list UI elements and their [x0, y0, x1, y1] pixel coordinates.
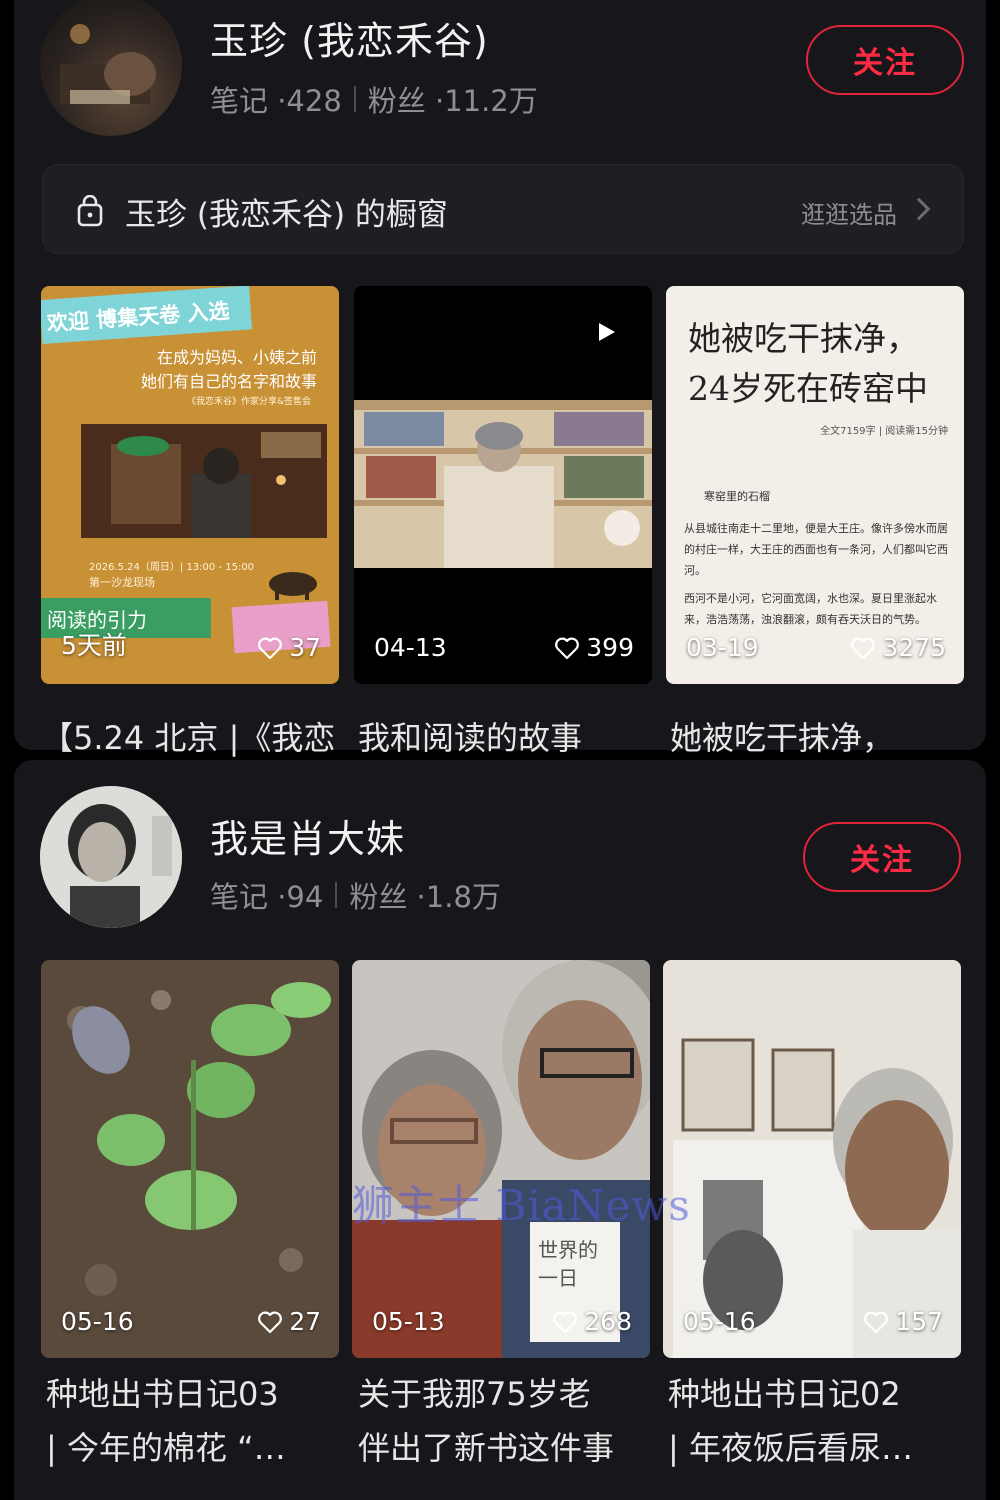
heart-icon — [851, 637, 876, 659]
seedling-photo — [41, 960, 339, 1358]
post-date: 05-16 — [683, 1307, 756, 1336]
creator-name[interactable]: 我是肖大妹 — [210, 808, 405, 863]
likes-count: 3275 — [882, 633, 946, 662]
heart-icon — [258, 637, 283, 659]
article-title-line-2: 24岁死在砖窑中 — [688, 369, 928, 408]
post-likes[interactable]: 157 — [863, 1307, 943, 1336]
stats-divider — [353, 86, 356, 112]
chevron-right-icon — [907, 197, 931, 221]
book-cover-text: 世界的一日 — [538, 1238, 598, 1290]
post-likes[interactable]: 3275 — [850, 633, 946, 662]
likes-count: 37 — [289, 633, 321, 662]
watermark: 狮主士 BiaNews — [352, 1181, 691, 1230]
post-thumbnail[interactable]: 世界的一日 05-13 268 — [352, 960, 650, 1358]
heart-icon — [258, 1311, 283, 1333]
creator-card-yuzhen: 玉珍 (我恋禾谷) 笔记 ·428 粉丝 ·11.2万 关注 玉珍 (我恋禾谷)… — [14, 0, 986, 757]
post-thumbnail[interactable]: 她被吃干抹净， 24岁死在砖窑中 全文7159字 | 阅读需15分钟 寒窑里的石… — [666, 286, 964, 684]
notes-count: 笔记 ·94 — [210, 880, 324, 914]
creator-card-xiaodamei: 我是肖大妹 笔记 ·94 粉丝 ·1.8万 关注 05-16 27 种地出书日记… — [14, 760, 986, 1500]
likes-count: 268 — [584, 1307, 632, 1336]
browse-products-link[interactable]: 逛逛选品 — [801, 195, 897, 230]
post-thumbnail[interactable]: 05-16 27 — [41, 960, 339, 1358]
poster-banner: 欢迎 博集天卷 入选 — [41, 286, 253, 344]
poster-venue: 第一沙龙现场 — [89, 576, 155, 589]
avatar[interactable] — [40, 0, 182, 136]
article-title-line-1: 她被吃干抹净， — [688, 319, 919, 358]
creator-stats: 笔记 ·428 粉丝 ·11.2万 — [210, 78, 538, 120]
post-caption-line-2[interactable]: | 年夜饭后看尿… — [668, 1420, 968, 1476]
post-thumbnail[interactable]: 04-13 399 — [354, 286, 652, 684]
couple-selfie-photo — [352, 960, 650, 1358]
poster-line-2: 她们有自己的名字和故事 — [140, 372, 317, 391]
post-caption-line-1[interactable]: 关于我那75岁老 — [358, 1366, 658, 1422]
heart-icon — [555, 637, 580, 659]
poster-line-1: 在成为妈妈、小姨之前 — [156, 348, 317, 367]
post-caption-line-2[interactable]: | 今年的棉花 “… — [46, 1420, 346, 1476]
stats-divider — [335, 882, 338, 908]
post-caption[interactable]: 我和阅读的故事 — [358, 710, 658, 766]
shop-window-title: 玉珍 (我恋禾谷) 的橱窗 — [125, 197, 448, 233]
post-likes[interactable]: 37 — [257, 633, 321, 662]
heart-icon — [553, 1311, 578, 1333]
follow-button[interactable]: 关注 — [803, 822, 961, 892]
poster-date: 2026.5.24（周日）| 13:00 - 15:00 — [89, 562, 255, 573]
notes-count: 笔记 ·428 — [210, 84, 342, 118]
article-section: 寒窑里的石榴 — [704, 490, 770, 503]
post-likes[interactable]: 268 — [552, 1307, 632, 1336]
post-likes[interactable]: 399 — [554, 633, 634, 662]
post-caption[interactable]: 她被吃干抹净， — [670, 710, 970, 766]
article-image: 她被吃干抹净， 24岁死在砖窑中 全文7159字 | 阅读需15分钟 寒窑里的石… — [666, 286, 964, 684]
video-frame — [354, 286, 652, 684]
post-date: 05-16 — [61, 1307, 134, 1336]
shopping-bag-icon — [77, 195, 103, 227]
creator-name[interactable]: 玉珍 (我恋禾谷) — [210, 10, 489, 65]
fans-count: 粉丝 ·11.2万 — [367, 84, 538, 118]
avatar[interactable] — [40, 786, 182, 928]
likes-count: 157 — [895, 1307, 943, 1336]
post-date: 5天前 — [61, 631, 127, 660]
article-meta: 全文7159字 | 阅读需15分钟 — [820, 426, 948, 437]
article-paragraph-2: 西河不是小河，它河面宽阔，水也深。夏日里涨起水来，浩浩荡荡，浊浪翻滚，颇有吞天沃… — [684, 592, 937, 626]
poster-photo — [81, 424, 327, 538]
article-paragraph-1: 从县城往南走十二里地，便是大王庄。像许多傍水而居的村庄一样，大王庄的西面也有一条… — [684, 522, 948, 577]
heart-icon — [864, 1311, 889, 1333]
post-thumbnail[interactable]: 05-16 157 — [663, 960, 961, 1358]
likes-count: 399 — [586, 633, 634, 662]
avatar-image — [40, 786, 182, 928]
post-caption-line-2[interactable]: 伴出了新书这件事 — [358, 1420, 658, 1476]
post-caption-line-1[interactable]: 种地出书日记03 — [46, 1366, 346, 1422]
poster-subtitle: 《我恋禾谷》作家分享&签售会 — [186, 397, 311, 407]
drawing-photo — [663, 960, 961, 1358]
bookshelf-photo — [354, 400, 652, 568]
post-date: 03-19 — [686, 633, 759, 662]
post-date: 04-13 — [374, 633, 447, 662]
likes-count: 27 — [289, 1307, 321, 1336]
shop-window-row[interactable]: 玉珍 (我恋禾谷) 的橱窗 逛逛选品 — [42, 164, 964, 254]
fans-count: 粉丝 ·1.8万 — [349, 880, 501, 914]
post-likes[interactable]: 27 — [257, 1307, 321, 1336]
creator-stats: 笔记 ·94 粉丝 ·1.8万 — [210, 874, 501, 916]
post-thumbnail[interactable]: 欢迎 博集天卷 入选 在成为妈妈、小姨之前 她们有自己的名字和故事 《我恋禾谷》… — [41, 286, 339, 684]
ox-illustration — [269, 572, 317, 600]
follow-button[interactable]: 关注 — [806, 25, 964, 95]
post-date: 05-13 — [372, 1307, 445, 1336]
play-icon — [599, 323, 615, 341]
post-caption-line-1[interactable]: 种地出书日记02 — [668, 1366, 968, 1422]
post-caption[interactable]: 【5.24 北京 |《我恋 — [41, 710, 351, 766]
avatar-image — [60, 24, 156, 104]
event-poster-image: 欢迎 博集天卷 入选 在成为妈妈、小姨之前 她们有自己的名字和故事 《我恋禾谷》… — [41, 286, 339, 684]
